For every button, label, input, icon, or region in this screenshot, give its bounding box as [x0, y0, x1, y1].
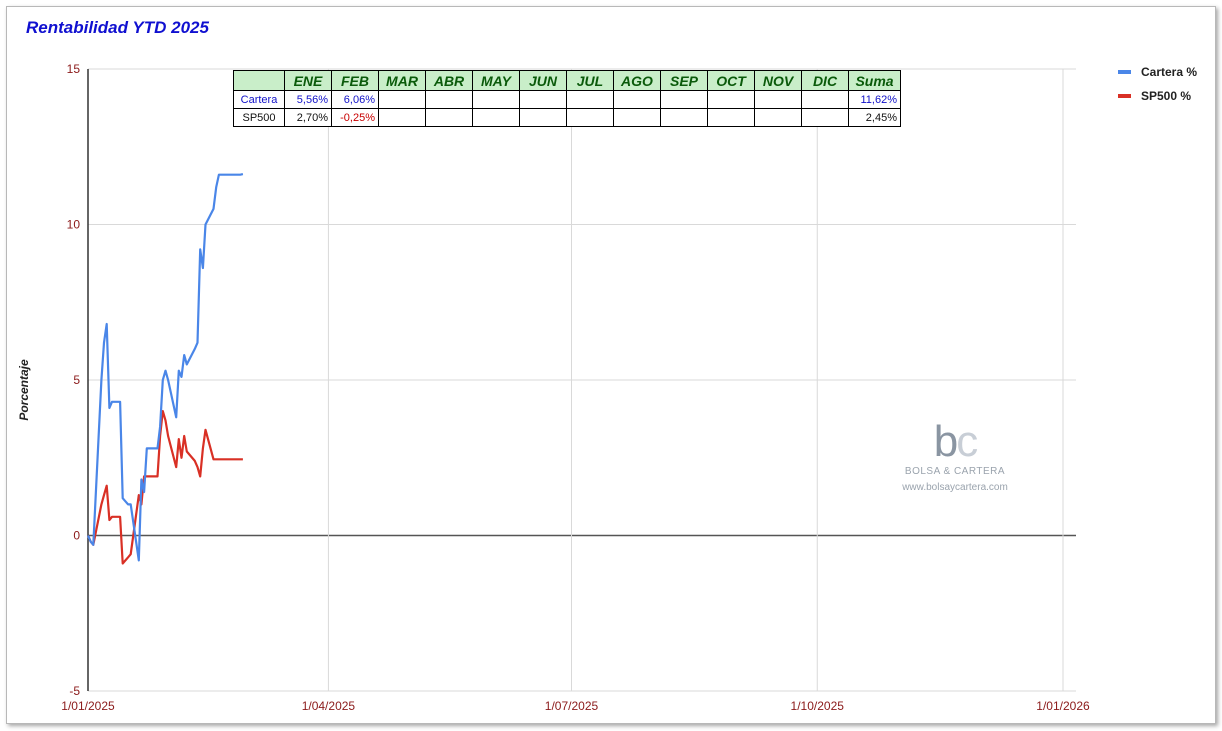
y-axis-label: Porcentaje	[17, 359, 31, 421]
table-cell	[566, 108, 614, 127]
header-oct: OCT	[707, 70, 755, 91]
table-corner-cell	[233, 70, 285, 91]
table-cell	[519, 90, 567, 109]
header-jul: JUL	[566, 70, 614, 91]
table-cell-suma: 11,62%	[848, 90, 901, 109]
legend-item-sp500[interactable]: SP500 %	[1118, 84, 1197, 108]
watermark-logo: bc	[933, 417, 978, 466]
x-tick-label: 1/01/2025	[61, 699, 115, 713]
header-suma: Suma	[848, 70, 901, 91]
header-abr: ABR	[425, 70, 473, 91]
x-tick-label: 1/01/2026	[1036, 699, 1090, 713]
table-cell	[754, 90, 802, 109]
y-tick-label: 0	[73, 529, 80, 543]
table-row-sp500: SP500 2,70% -0,25% 2,45%	[233, 108, 901, 127]
legend-label-sp500: SP500 %	[1141, 89, 1192, 103]
table-cell: -0,25%	[331, 108, 379, 127]
table-header-row: ENE FEB MAR ABR MAY JUN JUL AGO SEP OCT …	[233, 70, 901, 91]
table-cell: 5,56%	[284, 90, 332, 109]
legend-item-cartera[interactable]: Cartera %	[1118, 60, 1197, 84]
series-line-cartera	[86, 173, 244, 562]
table-cell	[660, 108, 708, 127]
header-mar: MAR	[378, 70, 426, 91]
table-cell	[472, 108, 520, 127]
x-tick-label: 1/10/2025	[791, 699, 845, 713]
table-cell	[378, 108, 426, 127]
table-cell	[566, 90, 614, 109]
header-may: MAY	[472, 70, 520, 91]
watermark-url: www.bolsaycartera.com	[902, 482, 1008, 493]
watermark: bc BOLSA & CARTERA www.bolsaycartera.com	[880, 417, 1030, 494]
header-dic: DIC	[801, 70, 849, 91]
legend: Cartera % SP500 %	[1118, 60, 1197, 108]
header-feb: FEB	[331, 70, 379, 91]
series-line-sp500	[86, 410, 243, 565]
table-cell	[378, 90, 426, 109]
table-cell-suma: 2,45%	[848, 108, 901, 127]
table-cell	[613, 108, 661, 127]
y-tick-label: 5	[73, 373, 80, 387]
table-cell	[801, 108, 849, 127]
table-cell	[425, 108, 473, 127]
table-cell	[754, 108, 802, 127]
table-cell: 2,70%	[284, 108, 332, 127]
legend-swatch-cartera	[1118, 70, 1131, 74]
header-ago: AGO	[613, 70, 661, 91]
header-sep: SEP	[660, 70, 708, 91]
x-tick-label: 1/07/2025	[545, 699, 599, 713]
table-cell: 6,06%	[331, 90, 379, 109]
table-cell	[613, 90, 661, 109]
row-label: SP500	[233, 108, 285, 127]
header-ene: ENE	[284, 70, 332, 91]
monthly-returns-table: ENE FEB MAR ABR MAY JUN JUL AGO SEP OCT …	[233, 70, 901, 127]
legend-swatch-sp500	[1118, 94, 1131, 98]
y-tick-label: -5	[69, 684, 80, 698]
x-tick-label: 1/04/2025	[302, 699, 356, 713]
table-cell	[801, 90, 849, 109]
table-cell	[707, 90, 755, 109]
legend-label-cartera: Cartera %	[1141, 65, 1198, 79]
table-row-cartera: Cartera 5,56% 6,06% 11,62%	[233, 90, 901, 109]
header-nov: NOV	[754, 70, 802, 91]
row-label: Cartera	[233, 90, 285, 109]
table-cell	[707, 108, 755, 127]
table-cell	[519, 108, 567, 127]
table-cell	[472, 90, 520, 109]
y-tick-label: 10	[67, 218, 81, 232]
table-cell	[425, 90, 473, 109]
table-cell	[660, 90, 708, 109]
y-tick-label: 15	[67, 62, 81, 76]
header-jun: JUN	[519, 70, 567, 91]
watermark-name: BOLSA & CARTERA	[904, 466, 1006, 477]
